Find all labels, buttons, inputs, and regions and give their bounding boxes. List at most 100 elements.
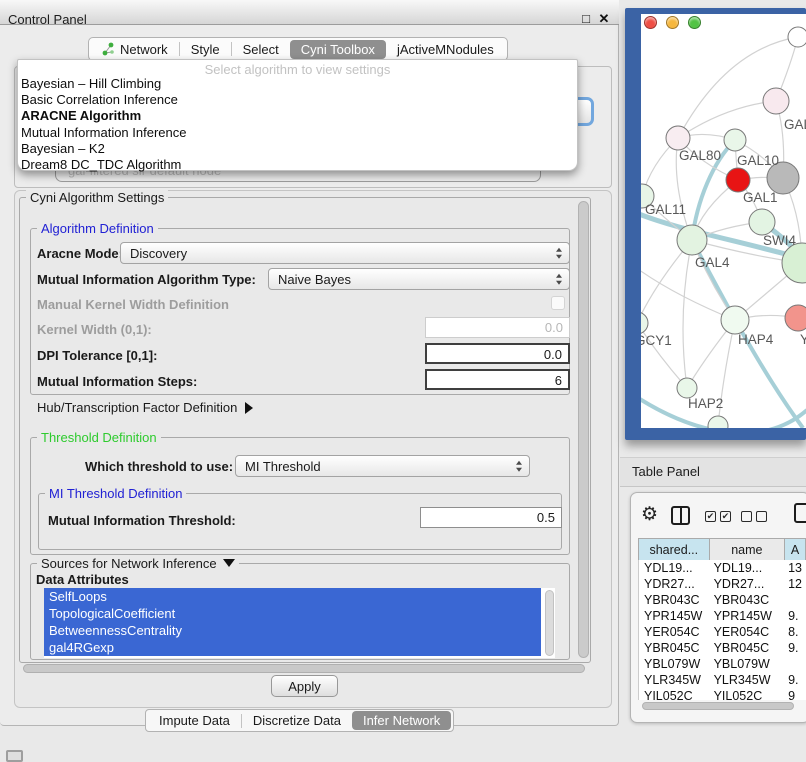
settings-vertical-scrollbar[interactable] xyxy=(577,200,591,660)
tab-cyni-toolbox[interactable]: Cyni Toolbox xyxy=(290,40,386,59)
which-threshold-combo[interactable]: MI Threshold xyxy=(235,455,530,477)
tab-network[interactable]: Network xyxy=(91,40,179,59)
network-node[interactable] xyxy=(641,312,648,334)
table-cell[interactable]: YBR043C xyxy=(639,592,710,608)
network-node[interactable] xyxy=(749,209,775,235)
table-row[interactable]: YBL079WYBL079W xyxy=(639,656,806,672)
table-row[interactable]: YBR043CYBR043C xyxy=(639,592,806,608)
table-cell[interactable]: YER054C xyxy=(639,624,710,640)
float-window-icon[interactable]: □ xyxy=(579,12,593,26)
mi-type-combo[interactable]: Naive Bayes xyxy=(268,268,570,290)
table-cell[interactable]: 9 xyxy=(785,688,806,700)
table-cell[interactable]: YDL19... xyxy=(639,560,710,576)
tab-jactivemnodules[interactable]: jActiveMNodules xyxy=(386,40,505,59)
table-row[interactable]: YDR27...YDR27...12 xyxy=(639,576,806,592)
network-edge[interactable] xyxy=(683,240,692,388)
settings-horizontal-scrollbar[interactable] xyxy=(20,663,592,675)
split-columns-icon[interactable] xyxy=(671,506,690,525)
kernel-width-field[interactable]: 0.0 xyxy=(425,317,570,338)
table-row[interactable]: YBR045CYBR045C9. xyxy=(639,640,806,656)
aracne-mode-combo[interactable]: Discovery xyxy=(120,242,570,264)
tab-impute-data[interactable]: Impute Data xyxy=(148,711,241,730)
mi-threshold-field[interactable]: 0.5 xyxy=(420,507,562,528)
tab-infer-network[interactable]: Infer Network xyxy=(352,711,451,730)
apply-button[interactable]: Apply xyxy=(271,675,338,697)
attribute-list-item[interactable]: gal4RGexp xyxy=(44,639,541,656)
table-cell[interactable]: YER054C xyxy=(710,624,786,640)
minimized-panel-icon[interactable] xyxy=(6,750,23,762)
minimize-traffic-light[interactable] xyxy=(666,16,679,29)
data-attributes-list[interactable]: SelfLoopsTopologicalCoefficientBetweenne… xyxy=(44,588,555,658)
table-cell[interactable] xyxy=(785,656,806,672)
checked-pair-icon[interactable] xyxy=(705,511,731,522)
table-cell[interactable]: YPR145W xyxy=(710,608,786,624)
network-node[interactable] xyxy=(721,306,749,334)
attribute-list-item[interactable]: SelfLoops xyxy=(44,588,541,605)
table-cell[interactable]: 9. xyxy=(785,640,806,656)
table-cell[interactable]: 8. xyxy=(785,624,806,640)
table-cell[interactable]: YBL079W xyxy=(639,656,710,672)
network-node[interactable] xyxy=(677,378,697,398)
settings-gear-icon[interactable]: ⚙ xyxy=(641,503,658,526)
table-cell[interactable]: YIL052C xyxy=(639,688,710,700)
network-node[interactable] xyxy=(666,126,690,150)
table-cell[interactable]: YLR345W xyxy=(710,672,786,688)
network-node[interactable] xyxy=(677,225,707,255)
attributes-scrollbar[interactable] xyxy=(545,590,554,656)
column-header-partial[interactable]: A xyxy=(785,539,806,561)
scrollbar-thumb[interactable] xyxy=(642,702,794,710)
mi-steps-field[interactable]: 6 xyxy=(425,369,570,390)
table-row[interactable]: YPR145WYPR145W9. xyxy=(639,608,806,624)
table-cell[interactable]: YPR145W xyxy=(639,608,710,624)
table-cell[interactable]: 9. xyxy=(785,608,806,624)
network-node[interactable] xyxy=(785,305,806,331)
network-node[interactable] xyxy=(763,88,789,114)
hub-definition-expander[interactable]: Hub/Transcription Factor Definition xyxy=(37,400,253,415)
sources-title[interactable]: Sources for Network Inference xyxy=(37,556,239,571)
table-body[interactable]: YDL19...YDL19...13YDR27...YDR27...12YBR0… xyxy=(638,560,806,700)
table-cell[interactable]: YBR045C xyxy=(710,640,786,656)
network-node[interactable] xyxy=(724,129,746,151)
table-horizontal-scrollbar[interactable] xyxy=(640,701,800,711)
network-canvas[interactable]: GALGAL80GAL10GAL1GAL11SWI4GAL4GCY1HAP4YH… xyxy=(641,14,806,428)
column-header-name[interactable]: name xyxy=(710,539,786,561)
attribute-list-item[interactable]: TopologicalCoefficient xyxy=(44,605,541,622)
partial-toolbar-icon[interactable] xyxy=(794,503,806,523)
table-cell[interactable]: YDL19... xyxy=(710,560,786,576)
dropdown-item[interactable]: Dream8 DC_TDC Algorithm xyxy=(18,157,577,173)
network-node[interactable] xyxy=(726,168,750,192)
column-header-shared-name[interactable]: shared... xyxy=(639,539,710,561)
table-cell[interactable]: YBR043C xyxy=(710,592,786,608)
zoom-traffic-light[interactable] xyxy=(688,16,701,29)
table-row[interactable]: YLR345WYLR345W9. xyxy=(639,672,806,688)
tab-select[interactable]: Select xyxy=(232,40,290,59)
attribute-list-item[interactable]: BetweennessCentrality xyxy=(44,622,541,639)
table-row[interactable]: YER054CYER054C8. xyxy=(639,624,806,640)
table-cell[interactable]: YIL052C xyxy=(710,688,786,700)
control-panel-titlebar[interactable] xyxy=(0,0,619,25)
close-icon[interactable]: ✕ xyxy=(597,12,611,26)
network-node[interactable] xyxy=(788,27,806,47)
scrollbar-thumb[interactable] xyxy=(578,201,589,658)
network-edge[interactable] xyxy=(678,37,798,138)
table-cell[interactable]: YDR27... xyxy=(710,576,786,592)
dropdown-item[interactable]: Basic Correlation Inference xyxy=(18,92,577,108)
dropdown-item[interactable]: Bayesian – K2 xyxy=(18,141,577,157)
table-cell[interactable]: YLR345W xyxy=(639,672,710,688)
tab-style[interactable]: Style xyxy=(180,40,231,59)
table-cell[interactable] xyxy=(785,592,806,608)
close-traffic-light[interactable] xyxy=(644,16,657,29)
manual-kernel-checkbox[interactable] xyxy=(551,296,565,310)
dropdown-item[interactable]: Mutual Information Inference xyxy=(18,125,577,141)
scrollbar-thumb[interactable] xyxy=(23,664,585,673)
network-node[interactable] xyxy=(708,416,728,428)
dropdown-item[interactable]: Bayesian – Hill Climbing xyxy=(18,76,577,92)
table-cell[interactable]: 9. xyxy=(785,672,806,688)
table-cell[interactable]: 12 xyxy=(785,576,806,592)
unchecked-pair-icon[interactable] xyxy=(741,511,767,522)
table-cell[interactable]: YDR27... xyxy=(639,576,710,592)
dpi-tolerance-field[interactable]: 0.0 xyxy=(425,343,570,364)
table-cell[interactable]: 13 xyxy=(785,560,806,576)
table-row[interactable]: YDL19...YDL19...13 xyxy=(639,560,806,576)
table-cell[interactable]: YBL079W xyxy=(710,656,786,672)
